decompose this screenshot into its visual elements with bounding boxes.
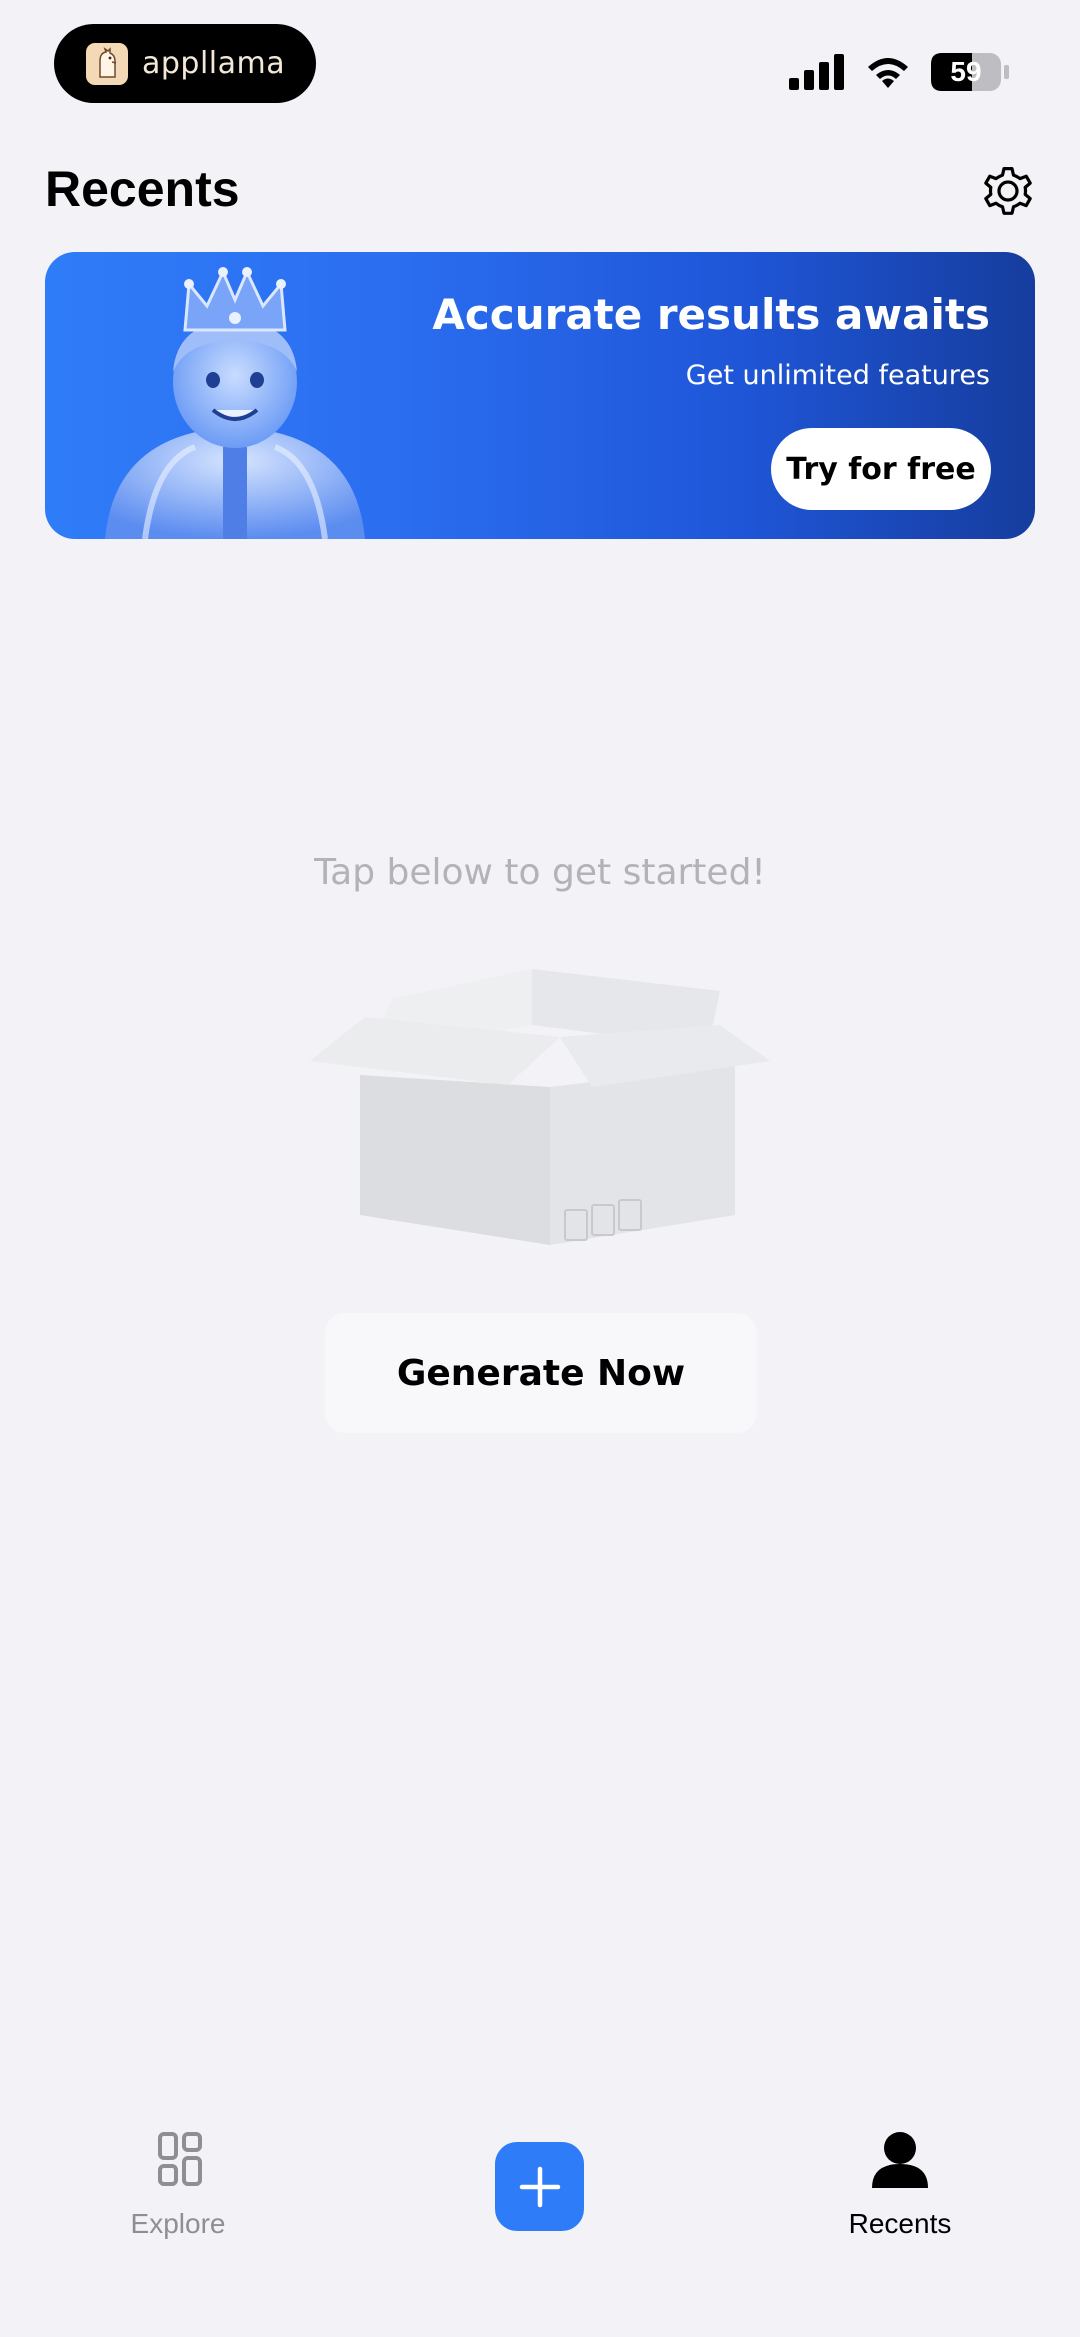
llama-logo-icon bbox=[86, 42, 128, 85]
app-name: appllama bbox=[142, 46, 286, 81]
empty-box-illustration bbox=[310, 969, 770, 1245]
empty-state-hint: Tap below to get started! bbox=[314, 852, 766, 893]
try-for-free-button[interactable]: Try for free bbox=[771, 428, 991, 510]
app-badge[interactable]: appllama bbox=[54, 24, 316, 103]
wifi-icon bbox=[868, 58, 908, 88]
tab-explore[interactable]: Explore bbox=[108, 2120, 248, 2250]
banner-subtitle: Get unlimited features bbox=[685, 360, 990, 391]
grid-icon bbox=[158, 2132, 202, 2186]
gear-icon[interactable] bbox=[978, 161, 1038, 221]
banner-title: Accurate results awaits bbox=[432, 290, 990, 339]
tab-explore-label: Explore bbox=[130, 2208, 226, 2239]
page-title: Recents bbox=[45, 161, 240, 217]
child-with-crown-illustration bbox=[105, 267, 365, 539]
tab-recents-label: Recents bbox=[848, 2208, 952, 2239]
generate-now-button[interactable]: Generate Now bbox=[325, 1313, 757, 1433]
tab-recents[interactable]: Recents bbox=[830, 2120, 970, 2250]
plus-icon bbox=[519, 2166, 560, 2207]
person-icon bbox=[872, 2132, 928, 2188]
battery-level: 59 bbox=[950, 56, 982, 87]
add-button[interactable] bbox=[495, 2142, 584, 2231]
signal-icon bbox=[789, 54, 844, 90]
promo-banner[interactable]: Accurate results awaits Get unlimited fe… bbox=[45, 252, 1035, 539]
